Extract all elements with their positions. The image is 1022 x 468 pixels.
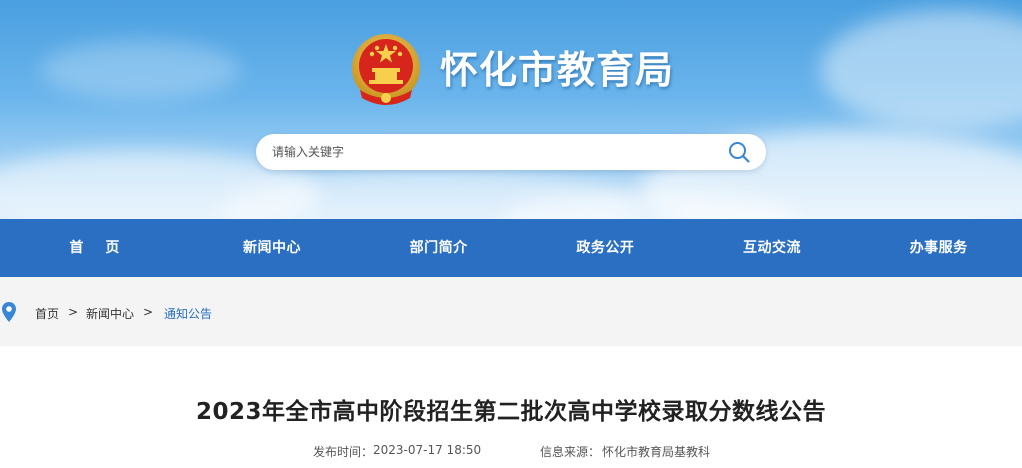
header-banner xyxy=(0,0,1022,219)
nav-item-gov-affairs[interactable]: 政务公开 xyxy=(522,219,689,277)
site-title: 怀化市教育局 xyxy=(440,48,675,92)
nav-item-interaction[interactable]: 互动交流 xyxy=(689,219,856,277)
location-pin-icon xyxy=(2,302,16,322)
nav-item-department[interactable]: 部门简介 xyxy=(355,219,522,277)
source-label: 信息来源： xyxy=(540,445,601,459)
breadcrumb-home[interactable]: 首页 xyxy=(35,305,59,322)
publish-time-label: 发布时间： xyxy=(313,445,374,459)
source-value: 怀化市教育局基教科 xyxy=(602,445,711,459)
search-input[interactable] xyxy=(272,134,712,170)
publish-time: 2023-07-17 18:50 xyxy=(373,443,482,457)
main-nav: 首页 新闻中心 部门简介 政务公开 互动交流 办事服务 xyxy=(0,219,1022,277)
search-box xyxy=(256,134,766,170)
breadcrumb-separator: > xyxy=(143,305,154,319)
nav-item-home[interactable]: 首页 xyxy=(0,219,189,277)
search-icon[interactable] xyxy=(727,140,751,164)
breadcrumb-separator: > xyxy=(68,305,79,319)
national-emblem-icon xyxy=(352,34,420,105)
nav-item-news[interactable]: 新闻中心 xyxy=(189,219,356,277)
article-title: 2023年全市高中阶段招生第二批次高中学校录取分数线公告 xyxy=(195,399,826,425)
breadcrumb-notices[interactable]: 通知公告 xyxy=(164,305,212,322)
breadcrumb-news[interactable]: 新闻中心 xyxy=(86,305,134,322)
nav-item-services[interactable]: 办事服务 xyxy=(855,219,1022,277)
